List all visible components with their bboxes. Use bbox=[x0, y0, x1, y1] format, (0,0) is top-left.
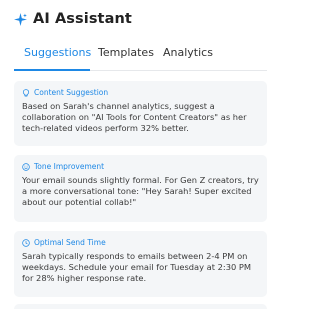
card-label-row: Content Suggestion bbox=[22, 88, 259, 97]
suggestion-card-content[interactable]: Content Suggestion Based on Sarah's chan… bbox=[14, 81, 267, 146]
card-label: Content Suggestion bbox=[34, 88, 109, 97]
suggestion-card-partial[interactable] bbox=[14, 304, 267, 309]
smile-icon bbox=[22, 162, 30, 171]
card-label: Tone Improvement bbox=[34, 162, 105, 171]
lightbulb-icon bbox=[22, 88, 30, 96]
panel-title: AI Assistant bbox=[33, 11, 132, 27]
clock-icon bbox=[22, 238, 30, 247]
tab-analytics[interactable]: Analytics bbox=[163, 46, 213, 59]
card-label: Optimal Send Time bbox=[34, 238, 106, 247]
tab-bar: Suggestions Templates Analytics bbox=[14, 40, 267, 71]
card-text: Sarah typically responds to emails betwe… bbox=[22, 251, 252, 284]
card-label-row: Optimal Send Time bbox=[22, 238, 259, 247]
card-text: Your email sounds slightly formal. For G… bbox=[22, 175, 259, 208]
sparkle-icon bbox=[14, 12, 27, 26]
ai-assistant-panel: AI Assistant Suggestions Templates Analy… bbox=[0, 0, 275, 309]
tab-templates[interactable]: Templates bbox=[98, 46, 154, 59]
suggestion-card-tone[interactable]: Tone Improvement Your email sounds sligh… bbox=[14, 155, 267, 222]
card-text: Based on Sarah's channel analytics, sugg… bbox=[22, 101, 247, 134]
panel-header: AI Assistant bbox=[14, 11, 132, 27]
card-label-row: Tone Improvement bbox=[22, 162, 259, 171]
active-tab-indicator bbox=[14, 69, 90, 71]
suggestion-card-send-time[interactable]: Optimal Send Time Sarah typically respon… bbox=[14, 231, 267, 297]
tab-suggestions[interactable]: Suggestions bbox=[24, 46, 91, 59]
